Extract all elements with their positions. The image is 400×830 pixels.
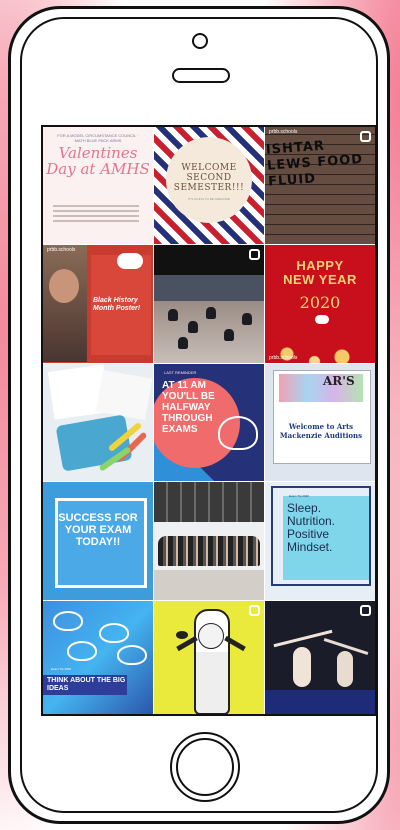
school-logo-icon xyxy=(315,315,329,325)
brain-icon xyxy=(67,640,97,661)
title-line-2: NEW YEAR xyxy=(283,272,357,288)
post-halfway-exams[interactable]: LAST REMINDER AT 11 AM YOU'LL BE HALFWAY… xyxy=(154,363,264,482)
hall-floor xyxy=(154,569,264,600)
instagram-post-grid: FOR A MODEL CIRCUMSTANCE COUNCIL · MATH … xyxy=(43,127,375,714)
post-handle: prbb.schools xyxy=(47,247,76,254)
post-title: WELCOME SECOND SEMESTER!!! xyxy=(173,163,245,193)
brain-icon xyxy=(99,622,129,643)
post-think-big-ideas[interactable]: Exam Tip 2020 THINK ABOUT THE BIG IDEAS xyxy=(43,600,153,714)
title-line-1: HAPPY xyxy=(296,258,344,274)
brain-icon xyxy=(117,644,147,665)
dancer-figure xyxy=(337,650,353,687)
video-icon xyxy=(360,604,371,616)
student-figure xyxy=(168,309,178,322)
paper-sheet xyxy=(95,369,153,420)
student-figure xyxy=(178,337,188,350)
post-graffiti-wall[interactable]: ISHTAR LEWS FOOD FLUID prbb.schools xyxy=(265,127,375,245)
post-exam-tip-sleep[interactable]: Exam Tip 2020 Sleep. Nutrition. Positive… xyxy=(265,482,375,600)
post-kicker: Exam Tip 2020 xyxy=(51,666,72,671)
school-logo-icon xyxy=(117,253,143,270)
post-happy-new-year[interactable]: HAPPY NEW YEAR 2020 prbb.schools xyxy=(265,245,375,363)
portrait-photo xyxy=(43,245,87,363)
post-title: Valentines Day at AMHS xyxy=(46,144,150,178)
multi-photo-icon xyxy=(249,249,260,261)
bird-icon xyxy=(176,630,188,639)
arts-logo-text: AR'S xyxy=(323,373,355,388)
post-subtitle: IT'S GOING TO BE AWESOME xyxy=(187,197,231,201)
dancer-figure xyxy=(293,646,311,687)
brain-icon xyxy=(53,610,83,631)
post-title: Welcome to Arts Mackenzie Auditions xyxy=(279,421,363,440)
post-year: 2020 xyxy=(299,293,341,313)
graffiti-text: ISHTAR LEWS FOOD FLUID xyxy=(265,138,364,190)
body-text-lines xyxy=(53,205,139,225)
front-camera-icon xyxy=(192,33,208,49)
post-welcome-semester[interactable]: WELCOME SECOND SEMESTER!!! IT'S GOING TO… xyxy=(154,127,264,245)
gym-wall xyxy=(154,275,264,302)
post-arts-auditions[interactable]: AR'S Welcome to Arts Mackenzie Auditions xyxy=(265,363,375,482)
post-exam-supplies[interactable] xyxy=(43,363,153,482)
student-figure xyxy=(224,329,234,342)
student-figure xyxy=(188,321,198,334)
home-button-ring xyxy=(176,738,234,796)
post-group-photo[interactable] xyxy=(154,482,264,600)
post-students-gym[interactable] xyxy=(154,245,264,363)
post-title: SUCCESS FOR YOUR EXAM TODAY!! xyxy=(58,512,138,549)
student-figure xyxy=(206,307,216,320)
phone-screen: FOR A MODEL CIRCUMSTANCE COUNCIL · MATH … xyxy=(41,125,377,716)
brain-icon xyxy=(218,415,258,450)
hall-ceiling xyxy=(154,482,264,523)
post-kicker: LAST REMINDER xyxy=(164,369,197,375)
post-header-text: FOR A MODEL CIRCUMSTANCE COUNCIL · MATH … xyxy=(57,133,139,143)
post-exam-success[interactable]: SUCCESS FOR YOUR EXAM TODAY!! xyxy=(43,482,153,600)
figure-face xyxy=(198,622,224,649)
video-icon xyxy=(360,131,371,142)
post-valentines[interactable]: FOR A MODEL CIRCUMSTANCE COUNCIL · MATH … xyxy=(43,127,153,245)
post-title: THINK ABOUT THE BIG IDEAS xyxy=(47,676,126,692)
post-title: HAPPY NEW YEAR xyxy=(265,259,375,287)
multi-photo-icon xyxy=(249,604,260,616)
post-title: Black History Month Poster! xyxy=(93,297,141,313)
post-black-history-month[interactable]: Black History Month Poster! prbb.schools xyxy=(43,245,153,363)
gym-ceiling xyxy=(154,245,264,276)
student-crowd xyxy=(158,536,260,567)
home-button[interactable] xyxy=(170,732,240,802)
stage-floor xyxy=(265,689,375,714)
post-handle: prbb.schools xyxy=(269,354,298,361)
post-illustrated-figure[interactable] xyxy=(154,600,264,714)
student-figure xyxy=(242,313,252,326)
post-title: Sleep. Nutrition. Positive Mindset. xyxy=(287,501,336,555)
post-handle: prbb.schools xyxy=(269,129,298,135)
speaker-grille xyxy=(172,68,230,83)
post-dance-performance[interactable] xyxy=(265,600,375,714)
post-kicker: Exam Tip 2020 xyxy=(289,494,310,499)
